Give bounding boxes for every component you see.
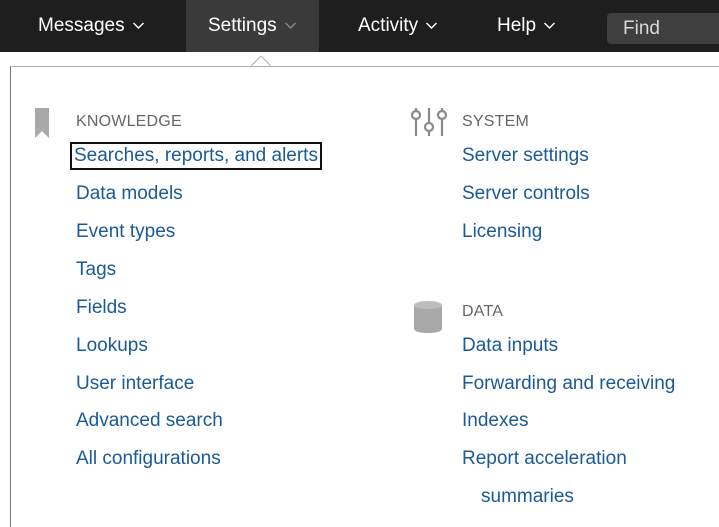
data-heading: DATA [462,303,504,320]
link-tags[interactable]: Tags [76,258,116,282]
link-data-inputs[interactable]: Data inputs [462,334,558,358]
bookmark-icon [35,108,49,143]
find-input[interactable] [607,13,719,44]
nav-activity-label: Activity [358,15,419,36]
database-icon [413,300,443,339]
dropdown-pointer [251,56,271,67]
chevron-down-icon [284,19,297,32]
link-server-settings[interactable]: Server settings [462,144,589,168]
knowledge-heading: KNOWLEDGE [76,113,182,130]
chevron-down-icon [132,19,145,32]
link-user-interface[interactable]: User interface [76,372,194,396]
link-report-acceleration-summaries[interactable]: summaries [481,485,574,509]
nav-activity[interactable]: Activity [358,0,438,52]
top-navigation-bar: Messages Settings Activity Help [0,0,719,52]
link-searches-reports-alerts[interactable]: Searches, reports, and alerts [70,142,322,170]
nav-help[interactable]: Help [497,0,556,52]
link-licensing[interactable]: Licensing [462,220,542,244]
link-data-models[interactable]: Data models [76,182,183,206]
nav-messages-label: Messages [38,15,125,36]
chevron-down-icon [425,19,438,32]
link-report-acceleration[interactable]: Report acceleration [462,447,627,471]
link-lookups[interactable]: Lookups [76,334,148,358]
system-heading: SYSTEM [462,113,529,130]
link-advanced-search[interactable]: Advanced search [76,409,223,433]
nav-help-label: Help [497,15,537,36]
link-server-controls[interactable]: Server controls [462,182,590,206]
chevron-down-icon [543,19,556,32]
link-indexes[interactable]: Indexes [462,409,529,433]
link-fields[interactable]: Fields [76,296,127,320]
sliders-icon [410,107,448,142]
nav-messages[interactable]: Messages [38,0,145,52]
nav-settings[interactable]: Settings [186,0,319,52]
link-all-configurations[interactable]: All configurations [76,447,221,471]
link-event-types[interactable]: Event types [76,220,175,244]
nav-settings-label: Settings [208,15,277,36]
link-forwarding-receiving[interactable]: Forwarding and receiving [462,372,675,396]
